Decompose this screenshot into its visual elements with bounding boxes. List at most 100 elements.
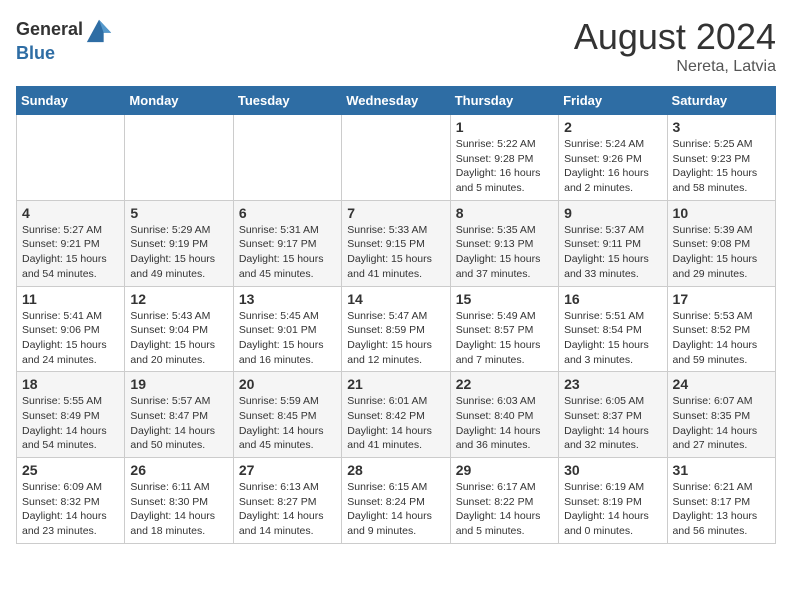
- calendar-week-row: 11Sunrise: 5:41 AM Sunset: 9:06 PM Dayli…: [17, 286, 776, 372]
- calendar-day-cell: 24 Sunrise: 6:07 AM Sunset: 8:35 PM Dayli…: [667, 372, 775, 458]
- day-number: 15: [456, 291, 553, 307]
- calendar-day-cell: [17, 115, 125, 201]
- day-number: 24: [673, 376, 770, 392]
- day-number: 16: [564, 291, 661, 307]
- calendar-week-row: 4Sunrise: 5:27 AM Sunset: 9:21 PM Daylig…: [17, 200, 776, 286]
- calendar-day-cell: 16 Sunrise: 5:51 AM Sunset: 8:54 PM Dayli…: [559, 286, 667, 372]
- day-info: Sunrise: 5:45 AM Sunset: 9:01 PM Dayligh…: [239, 309, 336, 368]
- day-number: 22: [456, 376, 553, 392]
- calendar-day-cell: 26Sunrise: 6:11 AM Sunset: 8:30 PM Dayli…: [125, 458, 233, 544]
- logo: General Blue: [16, 16, 113, 64]
- calendar-day-cell: [233, 115, 341, 201]
- day-info: Sunrise: 6:01 AM Sunset: 8:42 PM Dayligh…: [347, 394, 444, 453]
- logo-icon: [85, 16, 113, 44]
- day-number: 28: [347, 462, 444, 478]
- day-info: Sunrise: 5:25 AM Sunset: 9:23 PM Dayligh…: [673, 137, 770, 196]
- day-info: Sunrise: 6:09 AM Sunset: 8:32 PM Dayligh…: [22, 480, 119, 539]
- calendar-table: SundayMondayTuesdayWednesdayThursdayFrid…: [16, 86, 776, 544]
- calendar-day-cell: 12 Sunrise: 5:43 AM Sunset: 9:04 PM Dayli…: [125, 286, 233, 372]
- day-number: 19: [130, 376, 227, 392]
- weekday-header: Thursday: [450, 87, 558, 115]
- calendar-day-cell: 30 Sunrise: 6:19 AM Sunset: 8:19 PM Dayli…: [559, 458, 667, 544]
- day-number: 18: [22, 376, 119, 392]
- calendar-day-cell: 14 Sunrise: 5:47 AM Sunset: 8:59 PM Dayli…: [342, 286, 450, 372]
- calendar-day-cell: 9Sunrise: 5:37 AM Sunset: 9:11 PM Daylig…: [559, 200, 667, 286]
- calendar-day-cell: [125, 115, 233, 201]
- calendar-day-cell: 1 Sunrise: 5:22 AM Sunset: 9:28 PM Daylig…: [450, 115, 558, 201]
- day-number: 27: [239, 462, 336, 478]
- day-number: 2: [564, 119, 661, 135]
- day-number: 5: [130, 205, 227, 221]
- calendar-day-cell: 17Sunrise: 5:53 AM Sunset: 8:52 PM Dayli…: [667, 286, 775, 372]
- calendar-day-cell: 25 Sunrise: 6:09 AM Sunset: 8:32 PM Dayli…: [17, 458, 125, 544]
- calendar-day-cell: 21Sunrise: 6:01 AM Sunset: 8:42 PM Dayli…: [342, 372, 450, 458]
- weekday-header: Wednesday: [342, 87, 450, 115]
- day-info: Sunrise: 5:43 AM Sunset: 9:04 PM Dayligh…: [130, 309, 227, 368]
- weekday-header: Monday: [125, 87, 233, 115]
- day-info: Sunrise: 5:51 AM Sunset: 8:54 PM Dayligh…: [564, 309, 661, 368]
- calendar-day-cell: 11Sunrise: 5:41 AM Sunset: 9:06 PM Dayli…: [17, 286, 125, 372]
- day-number: 13: [239, 291, 336, 307]
- day-info: Sunrise: 5:53 AM Sunset: 8:52 PM Dayligh…: [673, 309, 770, 368]
- day-number: 6: [239, 205, 336, 221]
- calendar-day-cell: 20 Sunrise: 5:59 AM Sunset: 8:45 PM Dayli…: [233, 372, 341, 458]
- calendar-week-row: 18Sunrise: 5:55 AM Sunset: 8:49 PM Dayli…: [17, 372, 776, 458]
- calendar-day-cell: [342, 115, 450, 201]
- calendar-day-cell: 2 Sunrise: 5:24 AM Sunset: 9:26 PM Daylig…: [559, 115, 667, 201]
- day-number: 14: [347, 291, 444, 307]
- day-number: 25: [22, 462, 119, 478]
- calendar-day-cell: 15 Sunrise: 5:49 AM Sunset: 8:57 PM Dayli…: [450, 286, 558, 372]
- day-info: Sunrise: 6:05 AM Sunset: 8:37 PM Dayligh…: [564, 394, 661, 453]
- day-info: Sunrise: 6:13 AM Sunset: 8:27 PM Dayligh…: [239, 480, 336, 539]
- calendar-day-cell: 22 Sunrise: 6:03 AM Sunset: 8:40 PM Dayli…: [450, 372, 558, 458]
- day-number: 1: [456, 119, 553, 135]
- calendar-day-cell: 23 Sunrise: 6:05 AM Sunset: 8:37 PM Dayli…: [559, 372, 667, 458]
- day-number: 23: [564, 376, 661, 392]
- day-info: Sunrise: 6:07 AM Sunset: 8:35 PM Dayligh…: [673, 394, 770, 453]
- day-info: Sunrise: 5:59 AM Sunset: 8:45 PM Dayligh…: [239, 394, 336, 453]
- day-info: Sunrise: 5:47 AM Sunset: 8:59 PM Dayligh…: [347, 309, 444, 368]
- day-info: Sunrise: 5:29 AM Sunset: 9:19 PM Dayligh…: [130, 223, 227, 282]
- day-number: 7: [347, 205, 444, 221]
- calendar-day-cell: 3 Sunrise: 5:25 AM Sunset: 9:23 PM Daylig…: [667, 115, 775, 201]
- day-info: Sunrise: 6:21 AM Sunset: 8:17 PM Dayligh…: [673, 480, 770, 539]
- day-number: 3: [673, 119, 770, 135]
- day-number: 11: [22, 291, 119, 307]
- day-info: Sunrise: 6:11 AM Sunset: 8:30 PM Dayligh…: [130, 480, 227, 539]
- calendar-week-row: 1 Sunrise: 5:22 AM Sunset: 9:28 PM Daylig…: [17, 115, 776, 201]
- calendar-day-cell: 4Sunrise: 5:27 AM Sunset: 9:21 PM Daylig…: [17, 200, 125, 286]
- day-number: 4: [22, 205, 119, 221]
- day-number: 12: [130, 291, 227, 307]
- page-header: General Blue August 2024 Nereta, Latvia: [16, 16, 776, 76]
- weekday-header: Sunday: [17, 87, 125, 115]
- logo-general: General: [16, 20, 83, 40]
- day-info: Sunrise: 5:31 AM Sunset: 9:17 PM Dayligh…: [239, 223, 336, 282]
- day-number: 20: [239, 376, 336, 392]
- location: Nereta, Latvia: [574, 58, 776, 76]
- weekday-header: Friday: [559, 87, 667, 115]
- day-info: Sunrise: 5:35 AM Sunset: 9:13 PM Dayligh…: [456, 223, 553, 282]
- calendar-day-cell: 8Sunrise: 5:35 AM Sunset: 9:13 PM Daylig…: [450, 200, 558, 286]
- calendar-day-cell: 31Sunrise: 6:21 AM Sunset: 8:17 PM Dayli…: [667, 458, 775, 544]
- weekday-header: Tuesday: [233, 87, 341, 115]
- calendar-day-cell: 7 Sunrise: 5:33 AM Sunset: 9:15 PM Daylig…: [342, 200, 450, 286]
- title-section: August 2024 Nereta, Latvia: [574, 16, 776, 76]
- day-number: 10: [673, 205, 770, 221]
- calendar-day-cell: 13 Sunrise: 5:45 AM Sunset: 9:01 PM Dayli…: [233, 286, 341, 372]
- day-info: Sunrise: 5:24 AM Sunset: 9:26 PM Dayligh…: [564, 137, 661, 196]
- day-info: Sunrise: 6:19 AM Sunset: 8:19 PM Dayligh…: [564, 480, 661, 539]
- calendar-day-cell: 29Sunrise: 6:17 AM Sunset: 8:22 PM Dayli…: [450, 458, 558, 544]
- calendar-day-cell: 10 Sunrise: 5:39 AM Sunset: 9:08 PM Dayli…: [667, 200, 775, 286]
- day-info: Sunrise: 5:57 AM Sunset: 8:47 PM Dayligh…: [130, 394, 227, 453]
- day-info: Sunrise: 6:15 AM Sunset: 8:24 PM Dayligh…: [347, 480, 444, 539]
- day-info: Sunrise: 5:49 AM Sunset: 8:57 PM Dayligh…: [456, 309, 553, 368]
- day-number: 30: [564, 462, 661, 478]
- month-year: August 2024: [574, 16, 776, 58]
- day-info: Sunrise: 5:39 AM Sunset: 9:08 PM Dayligh…: [673, 223, 770, 282]
- day-info: Sunrise: 5:33 AM Sunset: 9:15 PM Dayligh…: [347, 223, 444, 282]
- calendar-day-cell: 5 Sunrise: 5:29 AM Sunset: 9:19 PM Daylig…: [125, 200, 233, 286]
- calendar-week-row: 25 Sunrise: 6:09 AM Sunset: 8:32 PM Dayli…: [17, 458, 776, 544]
- day-info: Sunrise: 6:03 AM Sunset: 8:40 PM Dayligh…: [456, 394, 553, 453]
- weekday-header: Saturday: [667, 87, 775, 115]
- day-info: Sunrise: 5:22 AM Sunset: 9:28 PM Dayligh…: [456, 137, 553, 196]
